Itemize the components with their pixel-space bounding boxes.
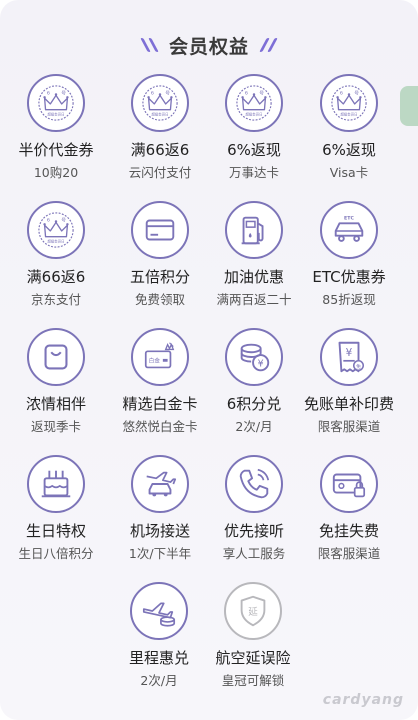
benefit-item[interactable]: 白金精选白金卡悠然悦白金卡	[108, 328, 212, 452]
benefit-item[interactable]: 生日特权生日八倍积分	[4, 455, 108, 579]
benefit-subtitle: 云闪付支付	[128, 165, 192, 180]
benefit-item[interactable]: 6 号 超级会员日 满66返6 京东支付	[4, 201, 108, 325]
benefit-subtitle: 免费领取	[134, 292, 185, 307]
svg-text:6: 6	[47, 90, 50, 96]
benefit-title: 6积分兑	[226, 395, 282, 413]
benefit-item[interactable]: 延航空延误险皇冠可解锁	[201, 582, 305, 706]
benefit-title: 里程惠兑	[128, 649, 189, 667]
benefit-title: 半价代金券	[18, 141, 94, 159]
credit-card-icon	[131, 201, 189, 259]
benefit-item[interactable]: ¥ 免免账单补印费 限客服渠道	[297, 328, 401, 452]
benefit-item[interactable]: 6 号 超级会员日 满66返6 云闪付支付	[108, 74, 212, 198]
benefit-item[interactable]: 6 号 超级会员日 6%返现 Visa卡	[297, 74, 401, 198]
birthday-cake-icon	[27, 455, 85, 513]
svg-text:超级会员日: 超级会员日	[245, 111, 262, 116]
phone-icon	[225, 455, 283, 513]
crown-badge-icon: 6 号 超级会员日	[320, 74, 378, 132]
svg-text:¥: ¥	[346, 347, 353, 359]
svg-text:延: 延	[248, 606, 258, 618]
benefit-subtitle: 限客服渠道	[317, 419, 381, 434]
svg-text:号: 号	[61, 90, 66, 96]
benefit-title: 6%返现	[322, 141, 376, 159]
benefit-item[interactable]: 免挂失费 限客服渠道	[297, 455, 401, 579]
etc-car-icon: ETC	[320, 201, 378, 259]
svg-text:超级会员日: 超级会员日	[340, 111, 357, 116]
section-title: 会员权益	[168, 35, 249, 58]
svg-text:超级会员日: 超级会员日	[47, 238, 64, 243]
benefit-subtitle: 万事达卡	[228, 165, 279, 180]
svg-text:¥: ¥	[258, 359, 264, 370]
section-header: 会员权益	[0, 28, 418, 62]
airport-car-icon	[131, 455, 189, 513]
benefit-title: 优先接听	[223, 522, 284, 540]
benefit-title: 机场接送	[129, 522, 190, 540]
benefit-subtitle: 满两百返二十	[216, 292, 292, 307]
benefit-subtitle: 1次/下半年	[128, 546, 192, 561]
svg-text:号: 号	[165, 90, 170, 96]
benefit-title: 免账单补印费	[303, 395, 394, 413]
svg-text:超级会员日: 超级会员日	[47, 111, 64, 116]
benefit-title: 浓情相伴	[25, 395, 86, 413]
svg-text:6: 6	[340, 90, 343, 96]
shopping-bag-icon	[27, 328, 85, 386]
benefit-item[interactable]: 加油优惠满两百返二十	[202, 201, 306, 325]
benefit-subtitle: 10购20	[33, 165, 79, 180]
card-lock-icon	[320, 455, 378, 513]
svg-text:超级会员日: 超级会员日	[151, 111, 168, 116]
svg-text:ETC: ETC	[344, 216, 354, 222]
benefit-item[interactable]: 优先接听 享人工服务	[202, 455, 306, 579]
benefit-item[interactable]: 6 号 超级会员日 6%返现万事达卡	[202, 74, 306, 198]
benefit-subtitle: 限客服渠道	[317, 546, 381, 561]
benefit-item[interactable]: 里程惠兑 2次/月	[107, 582, 211, 706]
benefit-title: 五倍积分	[129, 268, 190, 286]
svg-text:号: 号	[61, 217, 66, 223]
benefit-subtitle: 2次/月	[235, 419, 273, 434]
benefit-title: 航空延误险	[215, 649, 291, 667]
benefit-title: 加油优惠	[223, 268, 284, 286]
benefit-item[interactable]: ETC ETC优惠券 85折返现	[297, 201, 401, 325]
benefit-subtitle: 生日八倍积分	[18, 546, 94, 561]
benefit-subtitle: 85折返现	[322, 292, 376, 307]
benefits-card: 会员权益 6 号 超级会员日 半价代金券 10购20 6 号 超级会员日 满66返…	[0, 0, 418, 720]
bill-icon: ¥ 免	[320, 328, 378, 386]
svg-text:白金: 白金	[149, 357, 161, 365]
benefit-item[interactable]: 浓情相伴 返现季卡	[4, 328, 108, 452]
benefit-title: 满66返6	[130, 141, 190, 159]
crown-badge-icon: 6 号 超级会员日	[131, 74, 189, 132]
benefit-title: 满66返6	[26, 268, 86, 286]
benefit-subtitle: 京东支付	[30, 292, 81, 307]
benefit-subtitle: 皇冠可解锁	[221, 673, 285, 688]
benefit-item[interactable]: ¥6积分兑 2次/月	[202, 328, 306, 452]
benefit-title: 生日特权	[25, 522, 86, 540]
svg-text:6: 6	[151, 90, 154, 96]
svg-text:号: 号	[259, 90, 264, 96]
svg-text:号: 号	[354, 90, 359, 96]
benefit-subtitle: 2次/月	[140, 673, 178, 688]
benefit-title: 6%返现	[227, 141, 281, 159]
left-slash-decoration	[140, 38, 159, 52]
svg-text:6: 6	[245, 90, 248, 96]
benefit-item[interactable]: 6 号 超级会员日 半价代金券 10购20	[4, 74, 108, 198]
plane-coins-icon	[130, 582, 188, 640]
benefit-subtitle: Visa卡	[329, 165, 369, 180]
right-slash-decoration	[259, 38, 278, 52]
crown-badge-icon: 6 号 超级会员日	[225, 74, 283, 132]
crown-badge-icon: 6 号 超级会员日	[27, 74, 85, 132]
coins-icon: ¥	[225, 328, 283, 386]
shield-delay-icon: 延	[224, 582, 282, 640]
benefit-item[interactable]: 五倍积分 免费领取	[108, 201, 212, 325]
benefit-subtitle: 返现季卡	[30, 419, 81, 434]
benefit-title: 免挂失费	[318, 522, 379, 540]
svg-text:6: 6	[47, 217, 50, 223]
crown-badge-icon: 6 号 超级会员日	[27, 201, 85, 259]
benefit-item[interactable]: 机场接送 1次/下半年	[108, 455, 212, 579]
benefit-subtitle: 享人工服务	[222, 546, 286, 561]
watermark: cardyang	[322, 692, 404, 708]
fuel-pump-icon	[225, 201, 283, 259]
benefit-subtitle: 悠然悦白金卡	[122, 419, 198, 434]
benefit-title: 精选白金卡	[122, 395, 198, 413]
side-float-tab[interactable]	[400, 86, 418, 126]
platinum-card-icon: 白金	[131, 328, 189, 386]
benefit-title: ETC优惠券	[312, 268, 386, 286]
